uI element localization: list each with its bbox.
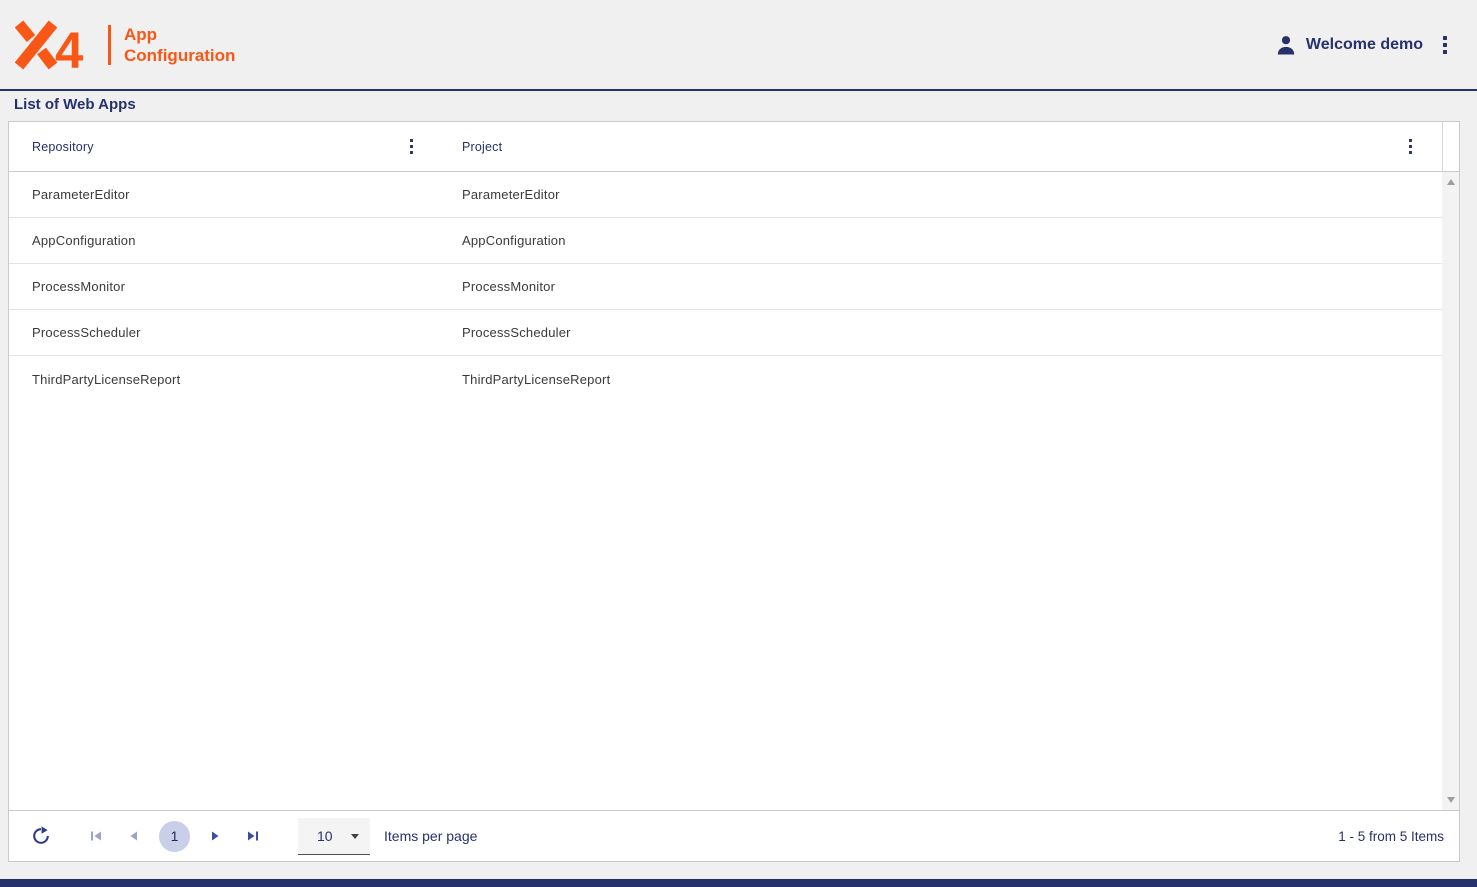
cell-project: ParameterEditor — [421, 187, 1442, 202]
range-summary: 1 - 5 from 5 Items — [1338, 829, 1444, 844]
cell-repository: ParameterEditor — [9, 187, 421, 202]
pagination-bar: 1 10 Items per page 1 - 5 from 5 Items — [9, 810, 1459, 861]
cell-project: ProcessMonitor — [421, 279, 1442, 294]
table-row[interactable]: ThirdPartyLicenseReport ThirdPartyLicens… — [9, 356, 1442, 402]
table-header-row: Repository Project — [9, 122, 1459, 172]
items-per-page-select[interactable]: 10 — [298, 818, 370, 855]
svg-text:4: 4 — [55, 21, 84, 70]
next-page-button[interactable] — [206, 827, 224, 845]
column-label-project[interactable]: Project — [462, 140, 502, 154]
scroll-up-arrow-icon[interactable] — [1447, 179, 1455, 185]
first-page-button[interactable] — [87, 827, 105, 845]
user-menu-kebab-icon[interactable] — [1437, 32, 1453, 58]
web-apps-table: Repository Project ParameterEditor Param… — [8, 121, 1460, 862]
cell-repository: ProcessScheduler — [9, 325, 421, 340]
bottom-accent-bar — [0, 879, 1477, 887]
app-title-line2: Configuration — [124, 45, 235, 66]
table-row[interactable]: AppConfiguration AppConfiguration — [9, 218, 1442, 264]
column-header-project: Project — [421, 122, 1442, 171]
table-body-rows: ParameterEditor ParameterEditor AppConfi… — [9, 172, 1442, 402]
scroll-down-arrow-icon[interactable] — [1447, 797, 1455, 803]
vertical-scrollbar[interactable] — [1442, 172, 1459, 810]
last-page-button[interactable] — [244, 827, 262, 845]
cell-repository: ProcessMonitor — [9, 279, 421, 294]
items-per-page-value: 10 — [298, 828, 333, 844]
first-page-icon — [89, 829, 103, 843]
refresh-icon — [31, 826, 51, 846]
table-row[interactable]: ProcessScheduler ProcessScheduler — [9, 310, 1442, 356]
caret-down-icon — [351, 834, 359, 839]
next-page-icon — [208, 829, 222, 843]
cell-project: ThirdPartyLicenseReport — [421, 372, 1442, 387]
project-column-menu-kebab-icon[interactable] — [1403, 135, 1419, 159]
header-scrollbar-gutter — [1442, 122, 1459, 171]
cell-repository: AppConfiguration — [9, 233, 421, 248]
cell-project: ProcessScheduler — [421, 325, 1442, 340]
cell-repository: ThirdPartyLicenseReport — [9, 372, 421, 387]
column-label-repository[interactable]: Repository — [32, 140, 94, 154]
app-title-line1: App — [124, 24, 235, 45]
repository-column-menu-kebab-icon[interactable] — [404, 135, 420, 159]
previous-page-button[interactable] — [125, 827, 143, 845]
logo-divider — [108, 25, 111, 65]
brand-block: 4 App Configuration — [14, 20, 235, 70]
previous-page-icon — [127, 829, 141, 843]
current-page-button[interactable]: 1 — [159, 821, 190, 852]
welcome-text: Welcome demo — [1306, 36, 1423, 54]
items-per-page-label: Items per page — [384, 828, 477, 844]
column-header-repository: Repository — [9, 122, 421, 171]
refresh-button[interactable] — [29, 824, 53, 848]
app-title: App Configuration — [124, 24, 235, 66]
page-title: List of Web Apps — [14, 96, 136, 113]
last-page-icon — [246, 829, 260, 843]
person-icon — [1275, 34, 1297, 56]
table-row[interactable]: ParameterEditor ParameterEditor — [9, 172, 1442, 218]
app-header: 4 App Configuration Welcome demo — [0, 0, 1477, 91]
table-body: ParameterEditor ParameterEditor AppConfi… — [9, 172, 1459, 810]
user-block: Welcome demo — [1275, 32, 1453, 58]
table-row[interactable]: ProcessMonitor ProcessMonitor — [9, 264, 1442, 310]
x4-logo-icon: 4 — [14, 20, 98, 70]
cell-project: AppConfiguration — [421, 233, 1442, 248]
